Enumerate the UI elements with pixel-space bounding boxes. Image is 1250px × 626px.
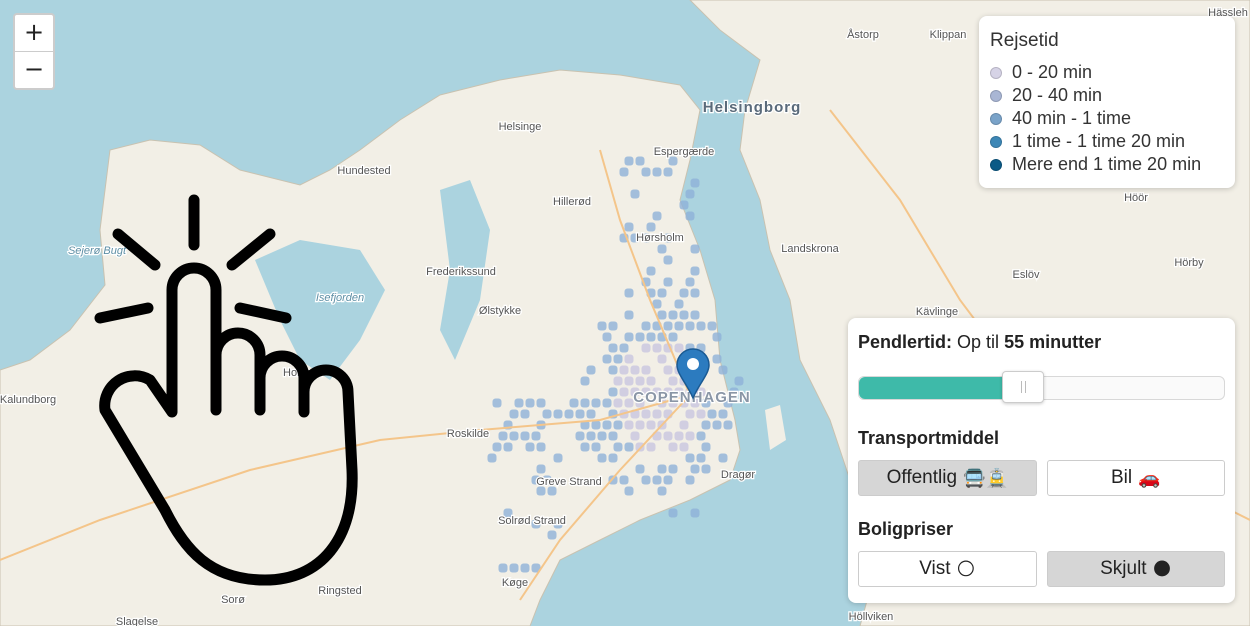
place-label: Höör (1124, 192, 1148, 204)
place-label: Slagelse (116, 616, 158, 626)
zoom-out-button[interactable]: − (15, 51, 53, 88)
place-label: Hörby (1174, 257, 1204, 269)
commute-label: Pendlertid: (858, 332, 953, 352)
housing-show-label: Vist (919, 558, 951, 579)
transport-car-button[interactable]: Bil 🚗 (1046, 460, 1225, 496)
place-label: Hundested (337, 165, 390, 177)
new-moon-icon: 🌑 (1152, 558, 1172, 580)
place-label: Espergærde (654, 146, 715, 158)
legend-item: 40 min - 1 time (990, 107, 1224, 130)
housing-show-button[interactable]: Vist 🌕 (858, 551, 1037, 587)
place-label: Klippan (930, 29, 967, 41)
zoom-control: + − (13, 13, 55, 90)
place-label: Isefjorden (316, 292, 364, 304)
legend-label: 20 - 40 min (1012, 85, 1103, 105)
transport-car-label: Bil (1110, 467, 1133, 488)
place-label: Åstorp (847, 28, 879, 41)
commute-time-label: Pendlertid: Op til 55 minutter (858, 332, 1225, 356)
legend-label: 40 min - 1 time (1012, 108, 1132, 128)
place-label: Helsingborg (703, 99, 802, 116)
legend-item: Mere end 1 time 20 min (990, 153, 1224, 176)
car-icon: 🚗 (1138, 467, 1161, 489)
housing-hide-label: Skjult (1100, 558, 1147, 579)
place-label: Ringsted (318, 585, 361, 597)
place-label: Kalundborg (0, 394, 56, 406)
place-label: Dragør (721, 469, 756, 481)
slider-fill (859, 377, 1024, 399)
place-label: Ølstykke (479, 305, 521, 317)
place-label: Roskilde (447, 428, 489, 440)
place-label: Eslöv (1013, 269, 1040, 281)
commute-time-slider[interactable] (858, 371, 1225, 403)
legend-label: 1 time - 1 time 20 min (1012, 131, 1186, 151)
legend-swatch (990, 112, 1002, 125)
legend-swatch (990, 158, 1002, 171)
zoom-in-button[interactable]: + (15, 15, 53, 51)
housing-title: Boligpriser (858, 519, 954, 539)
legend-swatch (990, 66, 1002, 79)
legend-item: 20 - 40 min (990, 84, 1224, 107)
transport-title: Transportmiddel (858, 428, 1000, 448)
full-moon-icon: 🌕 (956, 558, 976, 580)
place-label: Hørsholm (636, 232, 684, 244)
place-label: Helsinge (499, 121, 542, 133)
legend-item: 1 time - 1 time 20 min (990, 130, 1224, 153)
transport-public-label: Offentlig (886, 467, 958, 488)
legend-label: Mere end 1 time 20 min (1012, 154, 1202, 174)
travel-time-legend: Rejsetid 0 - 20 min 20 - 40 min 40 min - 1… (979, 16, 1235, 188)
place-label: Hillerød (553, 196, 591, 208)
place-label: Solrød Strand (498, 515, 566, 527)
housing-hide-button[interactable]: Skjult 🌑 (1046, 551, 1225, 587)
place-label: Greve Strand (536, 476, 601, 488)
legend-title: Rejsetid (990, 30, 1059, 51)
legend-label: 0 - 20 min (1012, 62, 1093, 82)
place-label: Sejerø Bugt (68, 245, 127, 257)
control-panel: Pendlertid: Op til 55 minutter Transport… (848, 318, 1235, 603)
transport-public-button[interactable]: Offentlig 🚍🚊 (858, 460, 1037, 496)
place-label: Frederikssund (426, 266, 496, 278)
legend-swatch (990, 135, 1002, 148)
place-label: Landskrona (781, 243, 839, 255)
bus-tram-icon: 🚍🚊 (963, 467, 1008, 489)
slider-handle[interactable] (1002, 371, 1045, 403)
place-label: Sorø (221, 594, 245, 606)
place-label: Kävlinge (916, 306, 958, 318)
place-label: Køge (502, 577, 528, 589)
commute-prefix: Op til (957, 332, 1000, 352)
commute-value: 55 minutter (1004, 332, 1102, 352)
place-label: Höllviken (849, 611, 894, 623)
legend-item: 0 - 20 min (990, 61, 1224, 84)
legend-swatch (990, 89, 1002, 102)
